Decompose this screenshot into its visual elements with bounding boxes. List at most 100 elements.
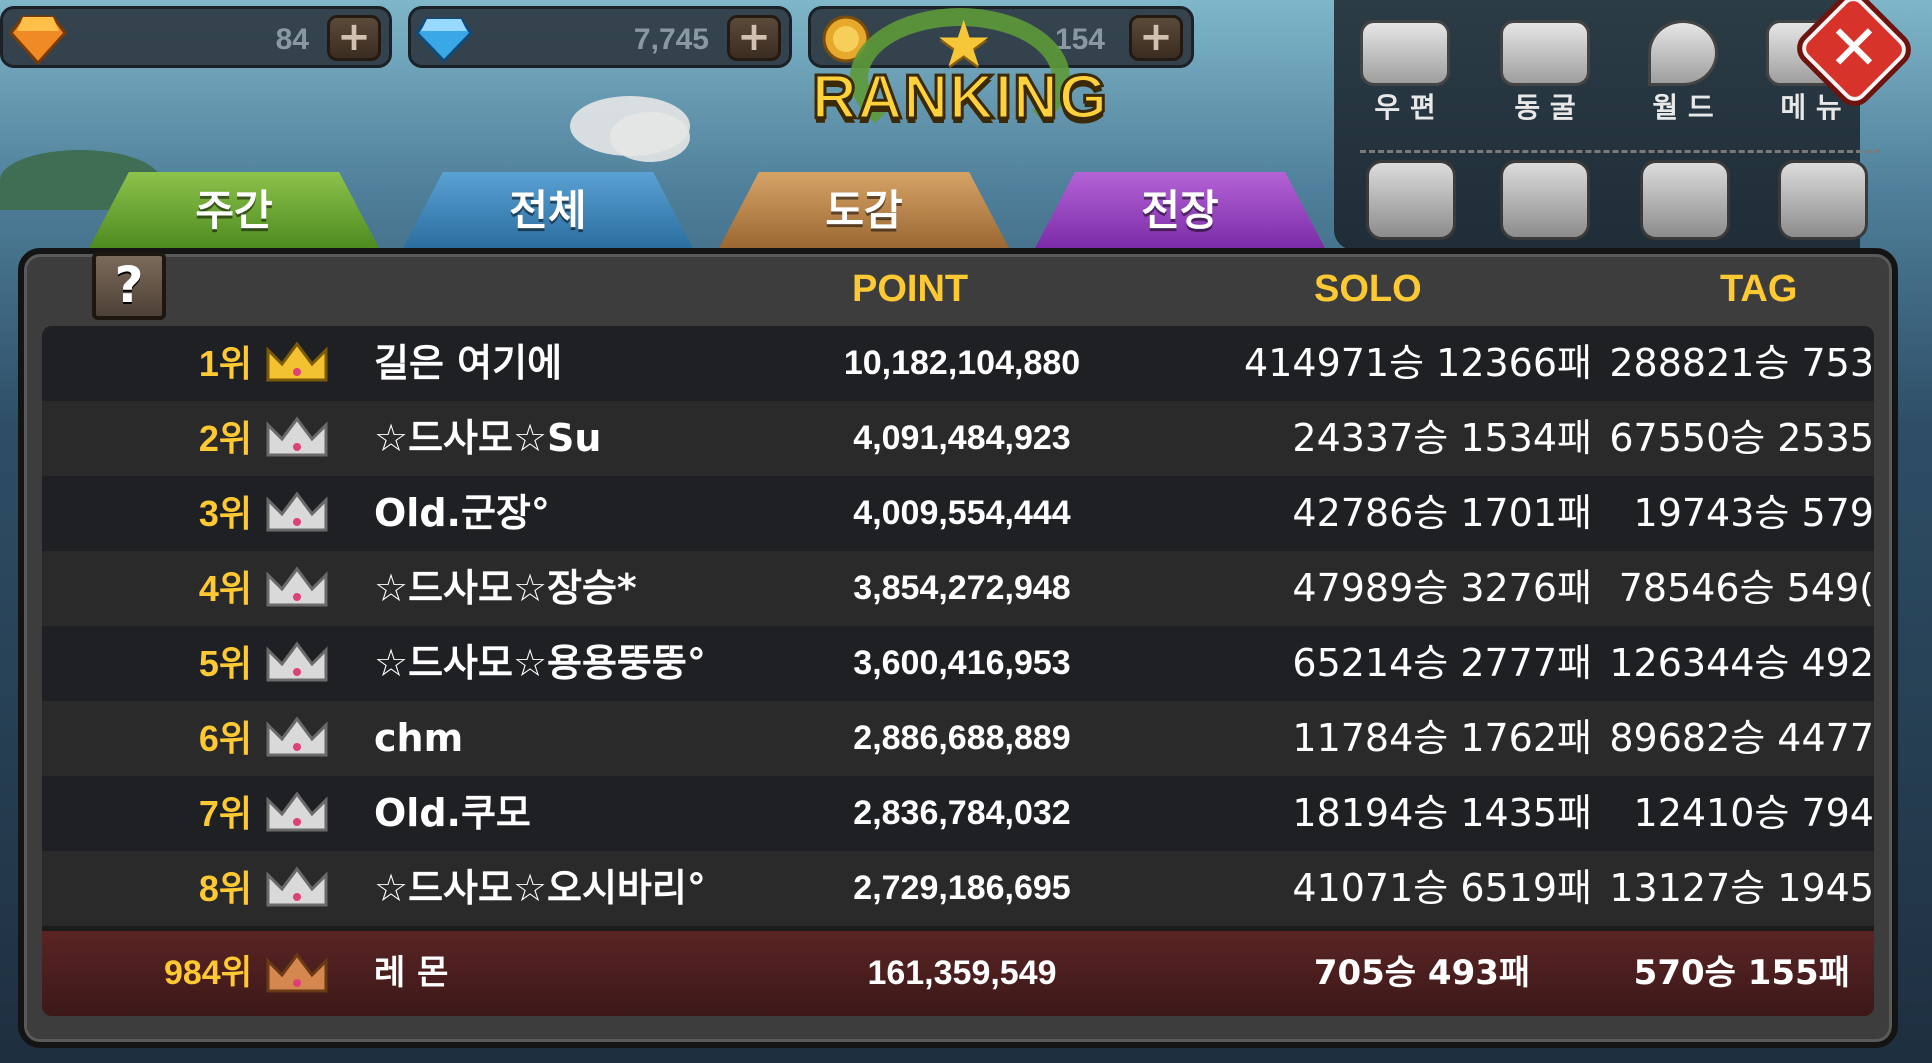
ranking-row[interactable]: 4위 ☆드사모☆장승* 3,854,272,948 47989승 3276패 7… (42, 551, 1874, 626)
player-point: 2,836,784,032 (853, 794, 1071, 832)
menu-main-label: 메 뉴 (1780, 91, 1842, 124)
ranking-row[interactable]: 1위 길은 여기에 10,182,104,880 414971승 12366패 … (42, 326, 1874, 401)
rank-label: 3위 (198, 493, 252, 534)
tag-record: 288821승 753 (1609, 341, 1874, 385)
cloud-decoration (610, 112, 690, 162)
player-name: Old.군장° (374, 491, 550, 535)
player-point: 2,886,688,889 (853, 719, 1071, 757)
solo-record: 414971승 12366패 (1244, 341, 1592, 385)
player-name: ☆드사모☆Su (374, 416, 602, 460)
game-screen: 84 + 7,745 + 154 + ★ RANKING 우 편 동 굴 월 드 (0, 0, 1932, 1063)
silver-crown-icon (266, 566, 328, 607)
tag-record: 12410승 794 (1633, 791, 1874, 835)
column-header-solo: SOLO (1314, 268, 1422, 310)
tag-record: 13127승 1945 (1609, 866, 1874, 910)
player-name: ☆드사모☆용용뚱뚱° (374, 641, 706, 685)
player-point: 10,182,104,880 (843, 344, 1081, 382)
player-name: Old.쿠모 (374, 791, 531, 835)
treasure-chest-icon[interactable] (1778, 160, 1868, 240)
rank-label: 5위 (198, 643, 252, 684)
player-point: 3,854,272,948 (853, 569, 1071, 607)
orange-gem-icon (9, 15, 67, 65)
ranking-row[interactable]: 6위 chm 2,886,688,889 11784승 1762패 89682승… (42, 701, 1874, 776)
world-pin-icon (1648, 20, 1718, 86)
scroll-icon[interactable] (1500, 160, 1590, 240)
tag-record: 19743승 579 (1633, 491, 1874, 535)
blue-gem-value: 7,745 (633, 23, 709, 56)
ranking-row[interactable]: 2위 ☆드사모☆Su 4,091,484,923 24337승 1534패 67… (42, 401, 1874, 476)
silver-crown-icon (266, 641, 328, 682)
add-coin-button[interactable]: + (1129, 15, 1183, 61)
book-icon[interactable] (1366, 160, 1456, 240)
player-point: 3,600,416,953 (853, 644, 1071, 682)
player-point: 4,091,484,923 (853, 419, 1071, 457)
rank-label: 7위 (198, 793, 252, 834)
my-tag-record: 570승 155패 (1633, 953, 1850, 993)
tab-weekly[interactable]: 주간 (88, 172, 380, 250)
orange-gem-value: 84 (275, 23, 309, 56)
silver-crown-icon (266, 416, 328, 457)
close-icon[interactable]: ✕ (1808, 4, 1900, 94)
menu-mail-button[interactable]: 우 편 (1350, 20, 1460, 126)
tab-battlefield[interactable]: 전장 (1034, 172, 1326, 250)
silver-crown-icon (266, 791, 328, 832)
solo-record: 24337승 1534패 (1292, 416, 1592, 460)
rank-label: 2위 (198, 418, 252, 459)
orange-gem-counter: 84 + (0, 6, 392, 68)
ranking-logo: ★ RANKING (790, 0, 1130, 160)
solo-record: 47989승 3276패 (1292, 566, 1592, 610)
player-name: 길은 여기에 (374, 341, 563, 385)
column-header-point: POINT (852, 268, 969, 310)
solo-record: 11784승 1762패 (1292, 716, 1592, 760)
dragon-icon[interactable] (1640, 160, 1730, 240)
ranking-row[interactable]: 3위 Old.군장° 4,009,554,444 42786승 1701패 19… (42, 476, 1874, 551)
tab-overall[interactable]: 전체 (402, 172, 694, 250)
tag-record: 126344승 492 (1609, 641, 1874, 685)
silver-crown-icon (266, 716, 328, 757)
rank-label: 8위 (198, 868, 252, 909)
my-player-name: 레 몬 (374, 953, 449, 993)
column-header-tag: TAG (1720, 268, 1798, 310)
my-ranking-row[interactable]: 984위 레 몬 161,359,549 705승 493패 570승 155패 (42, 931, 1874, 1016)
silver-crown-icon (266, 491, 328, 532)
blue-diamond-icon (415, 17, 473, 64)
solo-record: 18194승 1435패 (1292, 791, 1592, 835)
rank-label: 1위 (198, 343, 252, 384)
player-point: 4,009,554,444 (853, 494, 1071, 532)
cave-icon (1500, 20, 1590, 86)
player-name: ☆드사모☆오시바리° (374, 866, 706, 910)
gold-crown-icon (266, 341, 328, 382)
my-solo-record: 705승 493패 (1313, 953, 1531, 993)
my-player-point: 161,359,549 (867, 954, 1057, 992)
rank-label: 4위 (198, 568, 252, 609)
ranking-table: 1위 길은 여기에 10,182,104,880 414971승 12366패 … (42, 326, 1874, 1016)
ranking-row[interactable]: 5위 ☆드사모☆용용뚱뚱° 3,600,416,953 65214승 2777패… (42, 626, 1874, 701)
player-point: 2,729,186,695 (853, 869, 1071, 907)
menu-cave-button[interactable]: 동 굴 (1490, 20, 1600, 126)
blue-gem-counter: 7,745 + (408, 6, 792, 68)
mail-icon (1360, 20, 1450, 86)
menu-world-label: 월 드 (1652, 91, 1714, 124)
add-orange-gem-button[interactable]: + (327, 15, 381, 61)
ranking-row[interactable]: 7위 Old.쿠모 2,836,784,032 18194승 1435패 124… (42, 776, 1874, 851)
ranking-row[interactable]: 8위 ☆드사모☆오시바리° 2,729,186,695 41071승 6519패… (42, 851, 1874, 926)
rank-label: 6위 (198, 718, 252, 759)
bronze-crown-icon (266, 952, 328, 993)
menu-world-button[interactable]: 월 드 (1628, 20, 1738, 126)
add-blue-gem-button[interactable]: + (727, 15, 781, 61)
help-button[interactable]: ? (92, 252, 166, 320)
tag-record: 78546승 549( (1618, 566, 1874, 610)
player-name: ☆드사모☆장승* (374, 566, 637, 610)
tab-collection[interactable]: 도감 (718, 172, 1010, 250)
menu-divider (1360, 150, 1880, 153)
tag-record: 89682승 4477 (1609, 716, 1874, 760)
my-rank-label: 984위 (163, 954, 252, 992)
player-name: chm (374, 716, 464, 760)
solo-record: 42786승 1701패 (1292, 491, 1592, 535)
solo-record: 41071승 6519패 (1292, 866, 1592, 910)
ranking-title: RANKING (810, 62, 1109, 134)
menu-mail-label: 우 편 (1374, 91, 1436, 124)
silver-crown-icon (266, 866, 328, 907)
tag-record: 67550승 2535 (1609, 416, 1874, 460)
solo-record: 65214승 2777패 (1292, 641, 1592, 685)
